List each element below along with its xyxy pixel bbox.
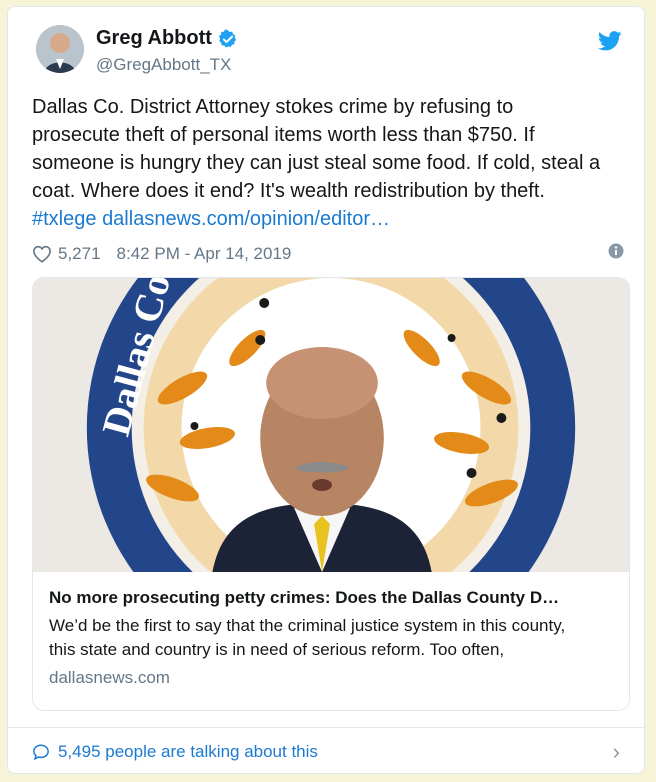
link-description-line: this state and country is in need of ser… <box>49 640 505 659</box>
article-link[interactable]: dallasnews.com/opinion/editor… <box>102 208 390 230</box>
author-name[interactable]: Greg Abbott <box>96 27 238 50</box>
author-name-text[interactable]: Greg Abbott <box>96 27 212 50</box>
heart-icon <box>32 245 52 263</box>
author-handle[interactable]: @GregAbbott_TX <box>96 55 231 75</box>
hashtag-link[interactable]: #txlege <box>32 208 97 230</box>
tweet-card: Greg Abbott @GregAbbott_TX Dallas Co. Di… <box>7 6 645 774</box>
like-button[interactable]: 5,271 <box>32 244 101 264</box>
verified-badge-icon <box>218 28 237 48</box>
tweet-text: Dallas Co. District Attorney stokes crim… <box>32 93 630 233</box>
tweet-text-line: someone is hungry they can just steal so… <box>32 152 601 174</box>
tweet-links-line: #txlege dallasnews.com/opinion/editor… <box>32 205 630 233</box>
link-description-line: We’d be the first to say that the crimin… <box>49 616 566 635</box>
conversation-footer[interactable]: 5,495 people are talking about this › <box>8 727 644 773</box>
talking-about-text[interactable]: 5,495 people are talking about this <box>58 742 318 762</box>
timestamp[interactable]: 8:42 PM - Apr 14, 2019 <box>117 244 292 264</box>
avatar-image <box>36 25 84 73</box>
info-icon[interactable] <box>608 243 624 264</box>
link-preview-card[interactable]: Dallas County District Attorney No more … <box>32 277 630 711</box>
tweet-text-line: prosecute theft of personal items worth … <box>32 124 535 146</box>
tweet-text-line: coat. Where does it end? It's wealth red… <box>32 180 545 202</box>
avatar[interactable] <box>36 25 84 73</box>
link-title[interactable]: No more prosecuting petty crimes: Does t… <box>49 586 613 610</box>
link-domain: dallasnews.com <box>49 668 170 687</box>
tweet-meta: 5,271 8:42 PM - Apr 14, 2019 <box>32 241 630 267</box>
tweet-text-line: Dallas Co. District Attorney stokes crim… <box>32 96 514 118</box>
like-count: 5,271 <box>58 244 101 263</box>
article-image: Dallas County District Attorney <box>33 278 629 572</box>
link-description: We’d be the first to say that the crimin… <box>49 614 613 662</box>
chevron-right-icon[interactable]: › <box>613 739 620 765</box>
speech-bubble-icon <box>33 743 49 760</box>
talking-about-link[interactable]: 5,495 people are talking about this <box>32 742 613 762</box>
twitter-bird-icon[interactable] <box>597 31 622 56</box>
